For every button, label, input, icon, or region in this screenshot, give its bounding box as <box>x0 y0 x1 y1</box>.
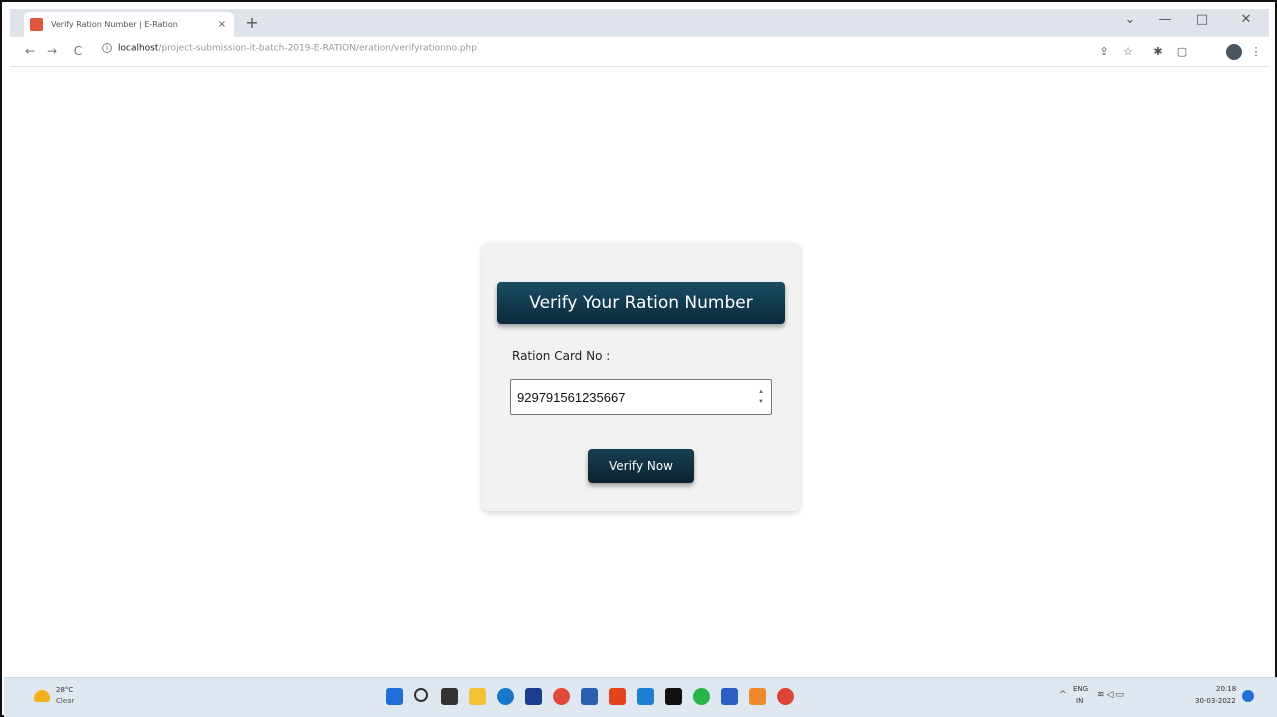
site-info-icon[interactable]: i <box>102 43 112 53</box>
chrome-active-icon[interactable] <box>777 688 794 705</box>
wifi-volume-battery-icon[interactable]: ≋◁▭ <box>1097 690 1126 700</box>
clock-date[interactable]: 30-03-2022 <box>1195 697 1236 705</box>
extensions-puzzle-icon[interactable]: ✱ <box>1150 45 1166 58</box>
screen-frame: Verify Ration Number | E-Ration × + ⌄ — … <box>0 0 1277 717</box>
clock-time[interactable]: 20:18 <box>1216 685 1236 693</box>
ration-card-label: Ration Card No : <box>512 349 611 363</box>
bookmark-star-icon[interactable]: ☆ <box>1120 45 1136 58</box>
browser-toolbar: ← → C i localhost/project-submission-it-b… <box>10 37 1269 67</box>
stepper-down-icon[interactable]: ▼ <box>758 399 764 406</box>
side-panel-icon[interactable]: ▢ <box>1174 45 1190 58</box>
weather-sun-icon[interactable] <box>34 690 50 702</box>
chrome-icon[interactable] <box>553 688 570 705</box>
store-icon[interactable] <box>525 688 542 705</box>
tab-search-icon[interactable]: ⌄ <box>1116 12 1144 27</box>
forward-button[interactable]: → <box>44 44 60 58</box>
browser-tab[interactable]: Verify Ration Number | E-Ration × <box>24 12 234 37</box>
xampp-icon[interactable] <box>749 688 766 705</box>
url-host: localhost <box>118 43 159 54</box>
number-stepper[interactable]: ▲ ▼ <box>757 389 765 406</box>
tab-strip: Verify Ration Number | E-Ration × + ⌄ — … <box>10 9 1269 37</box>
task-view-icon[interactable] <box>441 688 458 705</box>
start-windows-icon[interactable] <box>386 688 403 705</box>
weather-condition: Clear <box>56 697 75 705</box>
stepper-up-icon[interactable]: ▲ <box>758 389 764 396</box>
new-tab-button[interactable]: + <box>242 13 262 32</box>
notification-icon[interactable] <box>1242 690 1254 702</box>
language-region: IN <box>1076 697 1084 705</box>
minimize-button[interactable]: — <box>1151 12 1179 27</box>
profile-avatar-icon[interactable] <box>1226 44 1242 60</box>
ration-card-value: 929791561235667 <box>517 389 626 405</box>
mail-icon[interactable] <box>581 688 598 705</box>
address-bar[interactable]: i localhost/project-submission-it-batch-2… <box>102 43 477 54</box>
windows-taskbar: 28°C Clear ^ ENG IN ≋◁▭ 20:18 30-03-2022 <box>4 677 1277 717</box>
netflix-icon[interactable] <box>665 688 682 705</box>
close-window-button[interactable]: ✕ <box>1232 12 1260 27</box>
office-icon[interactable] <box>609 688 626 705</box>
edge-icon[interactable] <box>497 688 514 705</box>
language-indicator[interactable]: ENG <box>1073 685 1088 693</box>
vscode-icon[interactable] <box>637 688 654 705</box>
back-button[interactable]: ← <box>22 44 38 58</box>
tab-title: Verify Ration Number | E-Ration <box>51 20 178 29</box>
verify-now-button[interactable]: Verify Now <box>588 449 694 483</box>
url-path: /project-submission-it-batch-2019-E-RATI… <box>158 43 477 54</box>
maximize-button[interactable]: □ <box>1188 12 1216 27</box>
page-title: Verify Your Ration Number <box>497 282 785 324</box>
share-icon[interactable]: ⇪ <box>1096 45 1112 58</box>
menu-kebab-icon[interactable]: ⋮ <box>1248 45 1264 58</box>
weather-temperature: 28°C <box>56 686 74 694</box>
tab-close-icon[interactable]: × <box>216 19 228 30</box>
tray-chevron-icon[interactable]: ^ <box>1059 690 1067 700</box>
file-explorer-icon[interactable] <box>469 688 486 705</box>
ration-card-input[interactable]: 929791561235667 ▲ ▼ <box>510 379 772 415</box>
verify-card: Verify Your Ration Number Ration Card No… <box>482 243 800 511</box>
search-icon[interactable] <box>414 688 428 702</box>
whatsapp-icon[interactable] <box>693 688 710 705</box>
reload-button[interactable]: C <box>70 44 86 58</box>
word-icon[interactable] <box>721 688 738 705</box>
favicon-icon <box>30 18 43 31</box>
